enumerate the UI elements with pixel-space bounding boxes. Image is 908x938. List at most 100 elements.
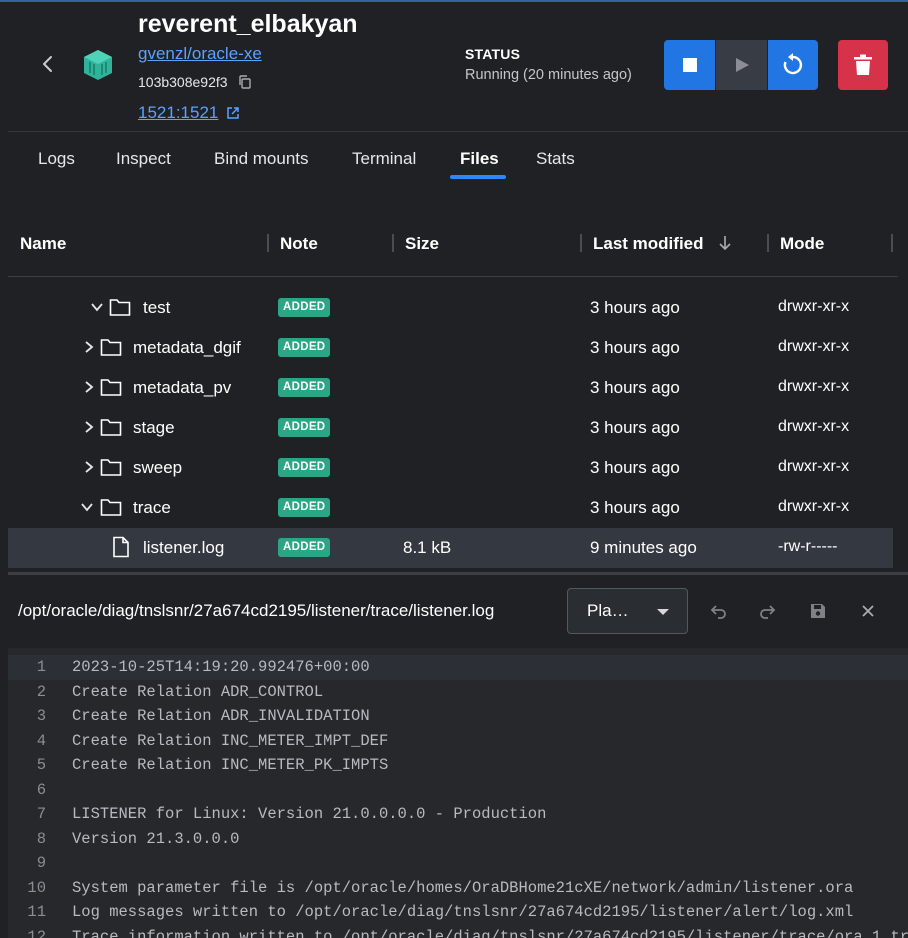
line-text: System parameter file is /opt/oracle/hom… <box>72 878 854 897</box>
tab-stats[interactable]: Stats <box>536 149 575 169</box>
table-row[interactable]: metadata_dgif ADDED 3 hours ago drwxr-xr… <box>8 328 893 368</box>
files-table-body: test ADDED 3 hours ago drwxr-xr-x metada… <box>8 278 898 570</box>
folder-icon <box>100 379 122 396</box>
restart-icon <box>783 53 803 75</box>
back-button[interactable] <box>36 52 60 76</box>
port-mapping: 1521:1521 <box>138 103 219 122</box>
container-name: reverent_elbakyan <box>138 10 358 38</box>
chevron-right-icon[interactable] <box>82 380 96 394</box>
file-mode: drwxr-xr-x <box>778 498 850 515</box>
tab-bind-mounts[interactable]: Bind mounts <box>214 149 309 169</box>
status-badge: ADDED <box>278 538 331 557</box>
file-modified: 3 hours ago <box>590 298 680 317</box>
sort-descending-icon[interactable] <box>718 235 732 251</box>
chevron-down-icon[interactable] <box>90 300 104 314</box>
line-text: 2023-10-25T14:19:20.992476+00:00 <box>72 658 370 676</box>
code-line: 8 Version 21.3.0.0.0 <box>8 827 908 852</box>
file-mode: drwxr-xr-x <box>778 338 850 355</box>
status-badge: ADDED <box>278 498 331 517</box>
line-number: 6 <box>36 780 46 799</box>
file-name: listener.log <box>143 538 225 557</box>
code-line: 7 LISTENER for Linux: Version 21.0.0.0.0 … <box>8 802 908 827</box>
table-row[interactable]: stage ADDED 3 hours ago drwxr-xr-x <box>8 408 893 448</box>
language-select[interactable]: Pla… <box>567 588 688 634</box>
column-resizer[interactable] <box>767 234 769 252</box>
chevron-right-icon[interactable] <box>82 460 96 474</box>
code-line: 4 Create Relation INC_METER_IMPT_DEF <box>8 729 908 754</box>
code-line: 10 System parameter file is /opt/oracle/h… <box>8 876 908 901</box>
close-icon[interactable] <box>858 601 878 621</box>
stop-icon <box>682 58 697 72</box>
folder-icon <box>109 299 131 316</box>
tab-terminal[interactable]: Terminal <box>352 149 416 169</box>
container-id: 103b308e92f3 <box>138 74 228 90</box>
column-last-modified[interactable]: Last modified <box>593 234 704 254</box>
status-badge: ADDED <box>278 338 331 357</box>
column-resizer[interactable] <box>580 234 582 252</box>
file-icon <box>113 536 129 558</box>
active-tab-indicator <box>450 175 506 179</box>
file-mode: drwxr-xr-x <box>778 418 850 435</box>
file-mode: drwxr-xr-x <box>778 378 850 395</box>
restart-button[interactable] <box>768 40 818 90</box>
file-name: test <box>143 298 171 317</box>
delete-button[interactable] <box>838 40 888 90</box>
column-size[interactable]: Size <box>405 234 439 254</box>
file-mode: -rw-r----- <box>778 538 838 555</box>
table-row[interactable]: trace ADDED 3 hours ago drwxr-xr-x <box>8 488 893 528</box>
file-size: 8.1 kB <box>403 538 452 557</box>
container-detail-view: reverent_elbakyan gvenzl/oracle-xe 103b3… <box>8 2 908 938</box>
table-row[interactable]: metadata_pv ADDED 3 hours ago drwxr-xr-x <box>8 368 893 408</box>
stop-button[interactable] <box>664 40 715 90</box>
redo-icon[interactable] <box>758 601 778 621</box>
column-mode[interactable]: Mode <box>780 234 824 254</box>
column-resizer[interactable] <box>891 234 893 252</box>
folder-icon <box>100 339 122 356</box>
tab-logs[interactable]: Logs <box>38 149 75 169</box>
save-icon[interactable] <box>808 601 828 621</box>
code-line: 11 Log messages written to /opt/oracle/di… <box>8 900 908 925</box>
folder-icon <box>100 459 122 476</box>
column-resizer[interactable] <box>392 234 394 252</box>
code-editor[interactable]: 1 2023-10-25T14:19:20.992476+00:00 2 Creat… <box>8 648 908 938</box>
column-name[interactable]: Name <box>20 234 66 254</box>
undo-icon[interactable] <box>708 601 728 621</box>
table-row-selected[interactable]: listener.log ADDED 8.1 kB 9 minutes ago … <box>8 528 893 568</box>
file-modified: 3 hours ago <box>590 378 680 397</box>
table-row[interactable]: sweep ADDED 3 hours ago drwxr-xr-x <box>8 448 893 488</box>
chevron-down-icon[interactable] <box>80 500 94 514</box>
start-button[interactable] <box>716 40 767 90</box>
file-mode: drwxr-xr-x <box>778 458 850 475</box>
editor-toolbar: /opt/oracle/diag/tnslsnr/27a674cd2195/li… <box>8 575 908 648</box>
file-name: metadata_dgif <box>133 338 241 357</box>
line-number: 3 <box>36 707 46 725</box>
play-icon <box>735 58 749 72</box>
folder-icon <box>100 419 122 436</box>
line-number: 8 <box>36 829 46 848</box>
column-note[interactable]: Note <box>280 234 318 254</box>
table-row[interactable]: test ADDED 3 hours ago drwxr-xr-x <box>8 288 893 328</box>
chevron-right-icon[interactable] <box>82 340 96 354</box>
file-path: /opt/oracle/diag/tnslsnr/27a674cd2195/li… <box>18 601 495 620</box>
image-link[interactable]: gvenzl/oracle-xe <box>138 44 262 64</box>
line-number: 11 <box>27 903 46 921</box>
status-label: STATUS <box>465 46 521 62</box>
file-modified: 9 minutes ago <box>590 538 697 557</box>
tab-inspect[interactable]: Inspect <box>116 149 171 169</box>
file-name: metadata_pv <box>133 378 232 397</box>
code-line: 2 Create Relation ADR_CONTROL <box>8 680 908 705</box>
language-select-value: Pla… <box>587 601 629 620</box>
tab-files[interactable]: Files <box>460 149 499 169</box>
line-text: Create Relation ADR_CONTROL <box>72 682 324 701</box>
code-line: 9 <box>8 851 908 876</box>
tab-bar: Logs Inspect Bind mounts Terminal Files … <box>8 131 908 181</box>
copy-icon[interactable] <box>238 75 252 89</box>
port-link[interactable]: 1521:1521 <box>138 103 240 123</box>
line-text: Create Relation ADR_INVALIDATION <box>72 707 370 725</box>
code-line: 5 Create Relation INC_METER_PK_IMPTS <box>8 753 908 778</box>
chevron-right-icon[interactable] <box>82 420 96 434</box>
file-modified: 3 hours ago <box>590 418 680 437</box>
line-number: 4 <box>36 731 46 750</box>
column-resizer[interactable] <box>267 234 269 252</box>
trash-icon <box>854 54 872 75</box>
